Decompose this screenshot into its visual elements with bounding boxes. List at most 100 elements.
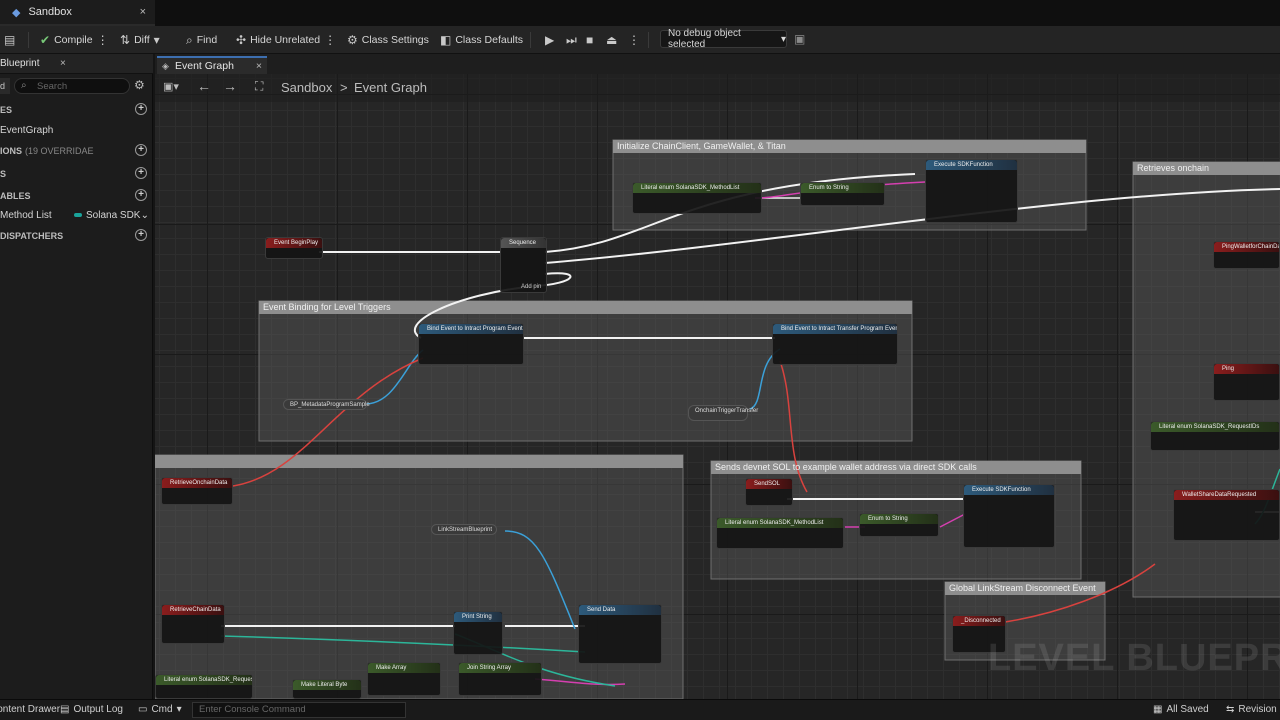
level-blueprint-watermark: LEVEL BLUEPRINT bbox=[988, 637, 1280, 679]
section-functions[interactable]: IONS (19 OVERRIDAE + bbox=[0, 141, 153, 161]
sidebar-tab-label: Blueprint bbox=[0, 58, 40, 69]
send-data-node[interactable]: Send Data bbox=[578, 604, 662, 664]
sidebar-item-eventgraph[interactable]: EventGraph bbox=[0, 120, 153, 140]
add-icon[interactable]: + bbox=[135, 103, 147, 115]
diff-icon: ⇅ bbox=[120, 33, 131, 47]
graph-tab-bar: ◈ Event Graph × bbox=[155, 54, 1280, 74]
section-label: ABLES bbox=[0, 191, 31, 201]
make-literal-byte-node[interactable]: Make Literal Byte bbox=[292, 679, 362, 699]
back-arrow-icon[interactable]: ← bbox=[197, 78, 211, 94]
class-settings-label: Class Settings bbox=[361, 34, 429, 46]
output-log-button[interactable]: ▤ Output Log bbox=[60, 704, 123, 715]
cmd-button[interactable]: ▭ Cmd ▾ bbox=[138, 704, 182, 715]
comment-title[interactable]: Event Binding for Level Triggers bbox=[263, 302, 391, 312]
revision-control-button[interactable]: ⇆ Revision bbox=[1226, 704, 1277, 715]
comment-box bbox=[258, 300, 913, 442]
class-defaults-button[interactable]: ◧ Class Defaults bbox=[440, 31, 523, 49]
content-drawer-button[interactable]: Content Drawer bbox=[0, 704, 60, 715]
console-input[interactable]: Enter Console Command bbox=[192, 702, 406, 718]
breadcrumb-root[interactable]: Sandbox bbox=[281, 80, 332, 95]
all-saved-label: All Saved bbox=[1166, 704, 1209, 715]
comment-title[interactable]: Initialize ChainClient, GameWallet, & Ti… bbox=[617, 141, 786, 151]
compile-button[interactable]: ✔ Compile ⋮ bbox=[40, 31, 109, 49]
wallet-share-node[interactable]: WalletShareDataRequested bbox=[1173, 489, 1280, 541]
gear-icon[interactable]: ⚙ bbox=[134, 78, 145, 92]
send-sol-node[interactable]: SendSOL bbox=[745, 478, 793, 506]
browse-button[interactable]: ▤ bbox=[4, 31, 15, 49]
window-title: Sandbox bbox=[28, 6, 72, 18]
forward-arrow-icon[interactable]: → bbox=[223, 78, 237, 94]
literal-enum-node[interactable]: Literal enum SolanaSDK_MethodList bbox=[632, 182, 762, 214]
make-array-node[interactable]: Make Array bbox=[367, 662, 441, 696]
add-button[interactable]: d bbox=[0, 78, 10, 94]
onchain-trigger-ref[interactable]: OnchainTriggerTransfer bbox=[688, 405, 758, 421]
play-button[interactable]: ▶ bbox=[545, 31, 554, 49]
ping-wallet-node[interactable]: PingWalletforChainData bbox=[1213, 241, 1280, 269]
step-button[interactable]: ⏭ bbox=[566, 31, 577, 49]
stop-button[interactable]: ■ bbox=[586, 31, 593, 49]
execute-sdk-node[interactable]: Execute SDKFunction bbox=[925, 159, 1018, 223]
bp-metadata-ref[interactable]: BP_MetadataProgramSample bbox=[283, 399, 370, 410]
eject-button[interactable]: ⏏ bbox=[606, 31, 617, 49]
sidebar-tab[interactable]: Blueprint × bbox=[0, 54, 153, 74]
find-button[interactable]: ⌕ Find bbox=[186, 31, 217, 49]
join-string-array-node[interactable]: Join String Array bbox=[458, 662, 542, 696]
retrieve-chain-data-node[interactable]: RetrieveChainData bbox=[161, 604, 225, 644]
literal-enum-node-2[interactable]: Literal enum SolanaSDK_MethodList bbox=[716, 517, 844, 549]
add-icon[interactable]: + bbox=[135, 167, 147, 179]
add-icon[interactable]: + bbox=[135, 144, 147, 156]
retrieve-onchain-data-node[interactable]: RetrieveOnchainData bbox=[161, 477, 233, 505]
bind-intract-program-node[interactable]: Bind Event to Intract Program Event bbox=[418, 323, 524, 365]
comment-title[interactable]: Retrieves onchain bbox=[1137, 163, 1209, 173]
close-icon[interactable]: × bbox=[60, 58, 66, 69]
sequence-node[interactable]: Sequence Add pin bbox=[500, 237, 547, 293]
node-title: Ping bbox=[1214, 364, 1279, 374]
diff-button[interactable]: ⇅ Diff ▾ bbox=[120, 31, 160, 49]
ping-node[interactable]: Ping bbox=[1213, 363, 1280, 401]
node-title: Join String Array bbox=[459, 663, 541, 673]
node-title: Literal enum SolanaSDK_MethodList bbox=[717, 518, 843, 528]
close-icon[interactable]: × bbox=[256, 60, 262, 72]
comment-title[interactable]: Global LinkStream Disconnect Event bbox=[949, 583, 1096, 593]
request-ids-node[interactable]: Literal enum SolanaSDK_RequestIDs bbox=[1150, 421, 1280, 451]
print-string-node[interactable]: Print String bbox=[453, 611, 503, 655]
diff-label: Diff bbox=[134, 34, 150, 46]
add-icon[interactable]: + bbox=[135, 189, 147, 201]
section-graphs[interactable]: ES + bbox=[0, 100, 153, 120]
request-ids-node-2[interactable]: Literal enum SolanaSDK_RequestIDs bbox=[155, 674, 253, 699]
node-title: Make Array bbox=[368, 663, 440, 673]
section-event-dispatchers[interactable]: DISPATCHERS + bbox=[0, 226, 153, 246]
enum-to-string-node-2[interactable]: Enum to String bbox=[859, 513, 939, 537]
class-settings-button[interactable]: ⚙ Class Settings bbox=[347, 31, 429, 49]
section-macros[interactable]: S + bbox=[0, 164, 153, 184]
hide-unrelated-button[interactable]: ✣ Hide Unrelated ⋮ bbox=[236, 31, 336, 49]
debug-filter-icon[interactable]: ▣ bbox=[794, 32, 805, 46]
close-icon[interactable]: × bbox=[140, 6, 146, 18]
window-tab[interactable]: ◆ Sandbox × bbox=[0, 0, 155, 26]
link-stream-ref[interactable]: LinkStreamBlueprint bbox=[431, 524, 497, 535]
bind-intract-transfer-node[interactable]: Bind Event to Intract Transfer Program E… bbox=[772, 323, 898, 365]
sidebar-item-method-list[interactable]: Method List Solana SDK ⌄ bbox=[0, 205, 153, 225]
section-variables[interactable]: ABLES + bbox=[0, 186, 153, 206]
section-label: IONS bbox=[0, 146, 23, 156]
enum-to-string-node[interactable]: Enum to String bbox=[800, 182, 885, 206]
more-options-icon[interactable]: ⋮ bbox=[324, 33, 336, 47]
execute-sdk-node-2[interactable]: Execute SDKFunction bbox=[963, 484, 1055, 548]
compile-label: Compile bbox=[54, 34, 93, 46]
add-pin-label[interactable]: Add pin bbox=[521, 284, 541, 290]
event-beginplay-node[interactable]: Event BeginPlay bbox=[265, 237, 323, 259]
add-icon[interactable]: + bbox=[135, 229, 147, 241]
section-label: S bbox=[0, 169, 7, 179]
event-graph-canvas[interactable]: Initialize ChainClient, GameWallet, & Ti… bbox=[155, 74, 1280, 699]
node-title: WalletShareDataRequested bbox=[1174, 490, 1279, 500]
node-title: RetrieveOnchainData bbox=[162, 478, 232, 488]
tab-event-graph[interactable]: ◈ Event Graph × bbox=[157, 56, 267, 74]
comment-title[interactable]: Sends devnet SOL to example wallet addre… bbox=[715, 462, 977, 472]
node-title: Literal enum SolanaSDK_RequestIDs bbox=[1151, 422, 1279, 432]
sidebar-search[interactable]: ⌕ Search bbox=[14, 78, 130, 94]
more-play-options[interactable]: ⋮ bbox=[628, 31, 640, 49]
graph-options-icon[interactable]: ▣▾ bbox=[163, 80, 179, 93]
more-options-icon[interactable]: ⋮ bbox=[97, 33, 109, 47]
all-saved-indicator[interactable]: ▦ All Saved bbox=[1153, 704, 1209, 715]
debug-object-select[interactable]: No debug object selected ▾ bbox=[660, 28, 787, 50]
